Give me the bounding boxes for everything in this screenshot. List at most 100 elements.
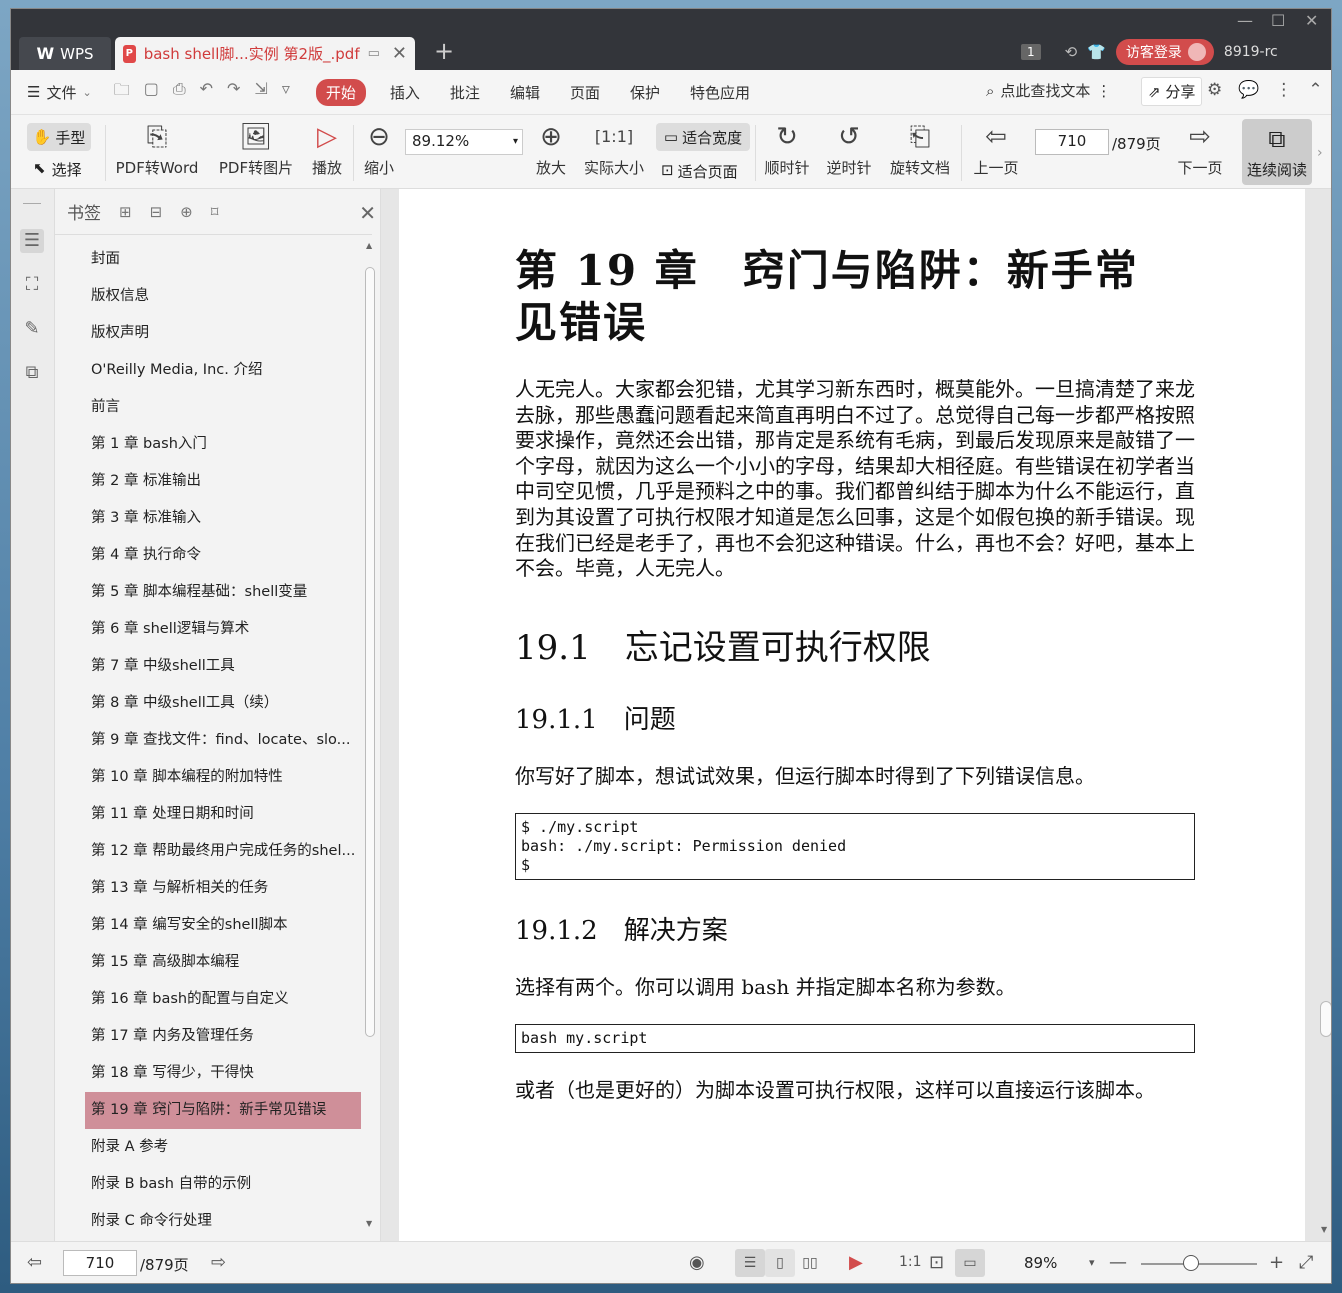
bookmark-item[interactable]: 第 17 章 内务及管理任务 [85, 1018, 361, 1055]
zoom-dropdown-icon[interactable]: ▾ [1089, 1256, 1095, 1269]
bookmark-item[interactable]: 版权声明 [85, 315, 361, 352]
two-page-view-button[interactable]: ▯▯ [795, 1249, 825, 1277]
fit-page-button[interactable]: ⊡ 适合页面 [661, 161, 738, 182]
print-icon[interactable]: ⎙ [173, 79, 186, 106]
chat-icon[interactable]: 💬 [1238, 80, 1259, 100]
fit-width-toggle[interactable]: ▭ [955, 1249, 985, 1277]
bookmark-item[interactable]: 第 15 章 高级脚本编程 [85, 944, 361, 981]
share-button[interactable]: ⇗ 分享 [1141, 77, 1203, 106]
bookmark-item[interactable]: 附录 A 参考 [85, 1129, 361, 1166]
bookmark-item[interactable]: 第 14 章 编写安全的shell脚本 [85, 907, 361, 944]
expand-all-icon[interactable]: ⊞ [119, 203, 132, 221]
bookmark-item[interactable]: 第 16 章 bash的配置与自定义 [85, 981, 361, 1018]
actual-size-icon[interactable]: 1:1 [899, 1254, 922, 1270]
thumbnail-icon[interactable]: ⛶ [20, 273, 44, 297]
annotation-icon[interactable]: ✎ [20, 317, 44, 341]
zoom-out-button[interactable]: ⊖ 缩小 [361, 121, 397, 178]
fullscreen-icon[interactable]: ⤢ [1299, 1252, 1313, 1273]
bookmark-item-active[interactable]: 第 19 章 窍门与陷阱：新手常见错误 [85, 1092, 361, 1129]
tab-window-icon[interactable]: ▭ [368, 46, 380, 61]
bookmark-item[interactable]: 前言 [85, 389, 361, 426]
bookmark-item[interactable]: 第 8 章 中级shell工具（续） [85, 685, 361, 722]
bookmark-item[interactable]: 第 9 章 查找文件：find、locate、slo... [85, 722, 361, 759]
menu-insert[interactable]: 插入 [390, 82, 420, 103]
rotate-clockwise-button[interactable]: ↻ 顺时针 [763, 121, 811, 178]
wps-home-tab[interactable]: W WPS [19, 37, 111, 70]
eye-protection-icon[interactable]: ◉ [689, 1252, 705, 1273]
rotate-counterclockwise-button[interactable]: ↺ 逆时针 [825, 121, 873, 178]
prev-page-icon[interactable]: ⇦ [27, 1252, 42, 1273]
settings-gear-icon[interactable]: ⚙ [1207, 80, 1222, 100]
collapse-all-icon[interactable]: ⊟ [150, 203, 163, 221]
actual-size-button[interactable]: [1:1] 实际大小 [583, 121, 645, 178]
toolbar-scroll-right-icon[interactable]: › [1317, 145, 1323, 161]
sync-icon[interactable]: ⟲ [1065, 43, 1078, 61]
document-tab[interactable]: P bash shell脚...实例 第2版_.pdf ▭ ✕ [115, 37, 415, 70]
pdf-to-word-button[interactable]: ⎘ PDF转Word [115, 121, 199, 178]
bookmark-item[interactable]: 第 7 章 中级shell工具 [85, 648, 361, 685]
bookmark-scroll-thumb[interactable] [365, 267, 375, 1037]
scroll-down-icon[interactable]: ▼ [1321, 1225, 1327, 1234]
bookmark-item[interactable]: 第 2 章 标准输出 [85, 463, 361, 500]
menu-features[interactable]: 特色应用 [690, 82, 750, 103]
status-page-input[interactable]: 710 [63, 1250, 137, 1276]
play-button[interactable]: ▷ 播放 [309, 121, 345, 178]
next-page-button[interactable]: ⇨ 下一页 [1175, 121, 1225, 178]
bookmark-panel-icon[interactable]: ☰ [20, 229, 44, 253]
open-folder-icon[interactable]: 🗀 [114, 79, 130, 106]
minimize-icon[interactable]: — [1237, 11, 1253, 30]
bookmark-item[interactable]: 第 3 章 标准输入 [85, 500, 361, 537]
bookmark-scrollbar[interactable]: ▲ ▼ [363, 241, 375, 1231]
close-tab-icon[interactable]: ✕ [392, 43, 407, 64]
add-bookmark-icon[interactable]: ⊕ [180, 203, 193, 221]
continuous-reading-button[interactable]: ⧉ 连续阅读 [1242, 119, 1312, 185]
status-zoom-value[interactable]: 89% [1024, 1254, 1057, 1272]
guest-login-button[interactable]: 访客登录 [1115, 39, 1214, 65]
next-page-icon[interactable]: ⇨ [211, 1252, 226, 1273]
bookmark-item[interactable]: 第 18 章 写得少，干得快 [85, 1055, 361, 1092]
document-scroll-thumb[interactable] [1320, 1001, 1331, 1037]
find-text-search[interactable]: ⌕ 点此查找文本 ⋮ [986, 80, 1111, 101]
bookmark-item[interactable]: 版权信息 [85, 278, 361, 315]
scroll-up-icon[interactable]: ▲ [366, 241, 372, 250]
single-page-view-button[interactable]: ▯ [765, 1249, 795, 1277]
redo-icon[interactable]: ↷ [227, 79, 240, 106]
scroll-down-icon[interactable]: ▼ [366, 1219, 372, 1228]
zoom-plus-icon[interactable]: + [1269, 1252, 1284, 1273]
fit-page-icon[interactable]: ⊡ [929, 1252, 944, 1273]
close-window-icon[interactable]: ✕ [1305, 11, 1318, 30]
bookmark-icon[interactable]: ⌑ [211, 203, 219, 221]
menu-start[interactable]: 开始 [315, 78, 366, 106]
zoom-slider-knob[interactable] [1183, 1255, 1199, 1271]
document-viewport[interactable]: 第 19 章 窍门与陷阱：新手常 见错误 人无完人。大家都会犯错，尤其学习新东西… [381, 189, 1331, 1241]
more-options-icon[interactable]: ⋮ [1275, 80, 1292, 100]
bookmark-item[interactable]: 第 11 章 处理日期和时间 [85, 796, 361, 833]
bookmark-item[interactable]: 封面 [85, 241, 361, 278]
zoom-select[interactable]: 89.12% ▾ [405, 129, 523, 155]
bookmark-item[interactable]: 第 4 章 执行命令 [85, 537, 361, 574]
continuous-view-button[interactable]: ☰ [735, 1249, 765, 1277]
document-scrollbar[interactable]: ▼ [1317, 189, 1331, 1241]
export-icon[interactable]: ⇲ [254, 79, 267, 106]
more-vertical-icon[interactable]: ⋮ [1096, 82, 1111, 100]
skin-icon[interactable]: 👕 [1087, 43, 1106, 61]
bookmark-item[interactable]: 第 6 章 shell逻辑与算术 [85, 611, 361, 648]
new-tab-icon[interactable]: + [434, 37, 454, 65]
fit-width-button[interactable]: ▭ 适合宽度 [656, 123, 750, 151]
prev-page-button[interactable]: ⇦ 上一页 [971, 121, 1021, 178]
menu-protect[interactable]: 保护 [630, 82, 660, 103]
bookmark-item[interactable]: 第 13 章 与解析相关的任务 [85, 870, 361, 907]
bookmark-item[interactable]: 第 5 章 脚本编程基础：shell变量 [85, 574, 361, 611]
menu-comment[interactable]: 批注 [450, 82, 480, 103]
zoom-slider-track[interactable] [1141, 1263, 1257, 1265]
zoom-minus-icon[interactable]: — [1109, 1252, 1127, 1273]
bookmark-item[interactable]: 第 12 章 帮助最终用户完成任务的shel... [85, 833, 361, 870]
file-menu[interactable]: ☰ 文件 ⌄ [27, 82, 92, 103]
rotate-document-button[interactable]: ⎗ 旋转文档 [889, 121, 951, 178]
page-number-input[interactable]: 710 [1035, 129, 1109, 155]
undo-icon[interactable]: ↶ [200, 79, 213, 106]
bookmark-item[interactable]: 第 1 章 bash入门 [85, 426, 361, 463]
close-panel-icon[interactable]: ✕ [359, 201, 376, 225]
menu-page[interactable]: 页面 [570, 82, 600, 103]
bookmark-item[interactable]: 附录 B bash 自带的示例 [85, 1166, 361, 1203]
